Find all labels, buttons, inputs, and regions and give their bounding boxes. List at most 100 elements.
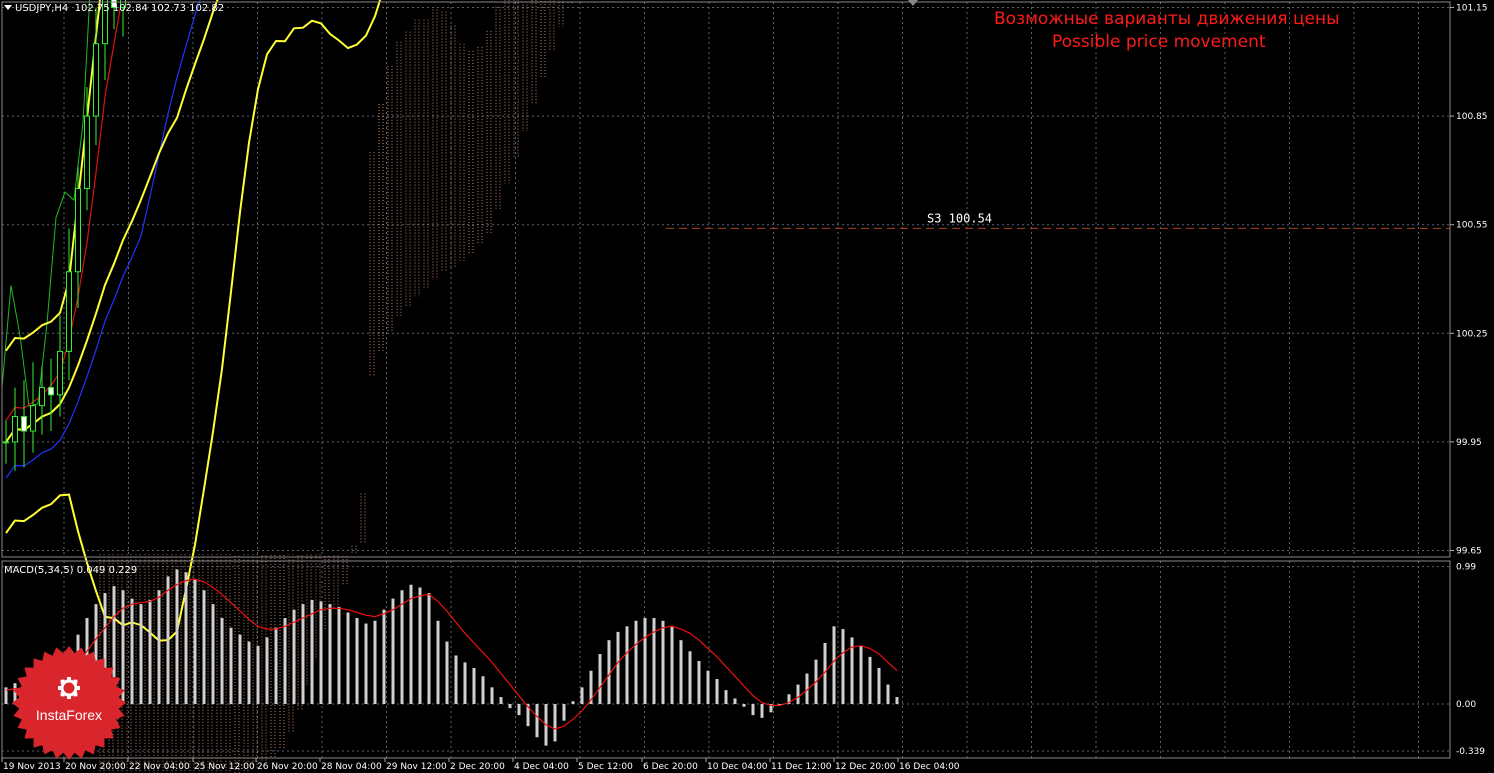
macd-bar xyxy=(832,626,836,704)
macd-bar xyxy=(625,626,629,704)
macd-bar xyxy=(211,604,215,704)
y-tick-label: 99.95 xyxy=(1456,438,1482,448)
macd-bar xyxy=(373,620,377,704)
macd-bar xyxy=(751,704,755,716)
macd-bar xyxy=(355,618,359,704)
macd-bar xyxy=(445,641,449,704)
logo-gear-tooth xyxy=(73,692,78,697)
macd-bar xyxy=(598,654,602,704)
logo-gear-tooth xyxy=(58,686,62,690)
logo-gear-tooth xyxy=(67,695,71,699)
chart-header: USDJPY,H4 102.75 102.84 102.73 102.82 xyxy=(4,3,224,14)
logo-gear-tooth xyxy=(67,677,71,681)
macd-bar xyxy=(202,590,206,704)
macd-bar xyxy=(220,618,224,704)
macd-bar xyxy=(184,572,188,704)
macd-bar xyxy=(517,704,521,716)
y-tick-label: 100.85 xyxy=(1456,112,1488,122)
bollinger-upper xyxy=(5,0,101,352)
macd-bar xyxy=(868,656,872,704)
chikou-line xyxy=(1,0,91,407)
x-tick-label: 12 Dec 20:00 xyxy=(835,762,896,772)
logo-gear-tooth xyxy=(76,686,80,690)
x-tick-label: 5 Dec 12:00 xyxy=(578,762,633,772)
macd-bar xyxy=(553,704,557,742)
x-tick-label: 20 Nov 20:00 xyxy=(65,762,126,772)
candle-body xyxy=(30,405,36,432)
macd-bar xyxy=(562,704,566,721)
candle-body xyxy=(66,271,72,352)
macd-bar xyxy=(157,590,161,704)
dropdown-triangle-icon[interactable] xyxy=(4,5,12,10)
macd-bar xyxy=(319,601,323,704)
macd-bar xyxy=(283,618,287,704)
macd-bar xyxy=(391,598,395,704)
macd-bar xyxy=(409,584,413,704)
x-tick-label: 28 Nov 04:00 xyxy=(321,762,382,772)
y-tick-label: 99.65 xyxy=(1456,547,1482,557)
macd-bar xyxy=(886,684,890,704)
macd-bar xyxy=(328,604,332,704)
macd-bar xyxy=(580,687,584,704)
x-tick-label: 2 Dec 20:00 xyxy=(450,762,505,772)
macd-bar xyxy=(175,569,179,704)
instaforex-logo: InstaForex xyxy=(12,646,126,760)
macd-bar xyxy=(535,704,539,738)
macd-bar xyxy=(238,634,242,704)
macd-bar xyxy=(895,697,899,704)
ohlc-values: 102.75 102.84 102.73 102.82 xyxy=(74,3,225,14)
candle-body xyxy=(84,115,90,189)
macd-bar xyxy=(670,626,674,704)
y-tick-label: 100.25 xyxy=(1456,329,1488,339)
macd-bar xyxy=(715,679,719,704)
annotation-english: Possible price movement xyxy=(1052,32,1266,52)
macd-bar xyxy=(364,623,368,704)
x-tick-label: 10 Dec 04:00 xyxy=(707,762,768,772)
price-chart[interactable]: R1 104.04P 103.10S1 102.29S2 101.35S3 10… xyxy=(0,0,1494,773)
macd-bar xyxy=(760,704,764,718)
macd-bar xyxy=(274,627,278,704)
macd-bar xyxy=(292,609,296,704)
pivot-label: S3 100.54 xyxy=(927,211,992,225)
macd-panel-border xyxy=(1,560,1451,759)
x-tick-label: 22 Nov 04:00 xyxy=(129,762,190,772)
macd-bar xyxy=(337,606,341,704)
marker-triangle-icon xyxy=(908,0,918,6)
macd-bar xyxy=(616,631,620,704)
macd-bar xyxy=(643,618,647,704)
logo-gear-tooth xyxy=(60,692,65,697)
macd-bar xyxy=(508,704,512,709)
x-tick-label: 11 Dec 12:00 xyxy=(771,762,832,772)
ichimoku-cloud xyxy=(99,0,573,773)
candle-body xyxy=(39,387,45,407)
macd-bar xyxy=(634,620,638,704)
bollinger-lower xyxy=(5,0,382,642)
macd-bar xyxy=(571,701,575,704)
macd-bar xyxy=(481,676,485,704)
macd-bar xyxy=(247,641,251,704)
macd-bar xyxy=(463,662,467,704)
macd-bar xyxy=(148,599,152,704)
macd-bar xyxy=(724,690,728,704)
macd-bar xyxy=(436,620,440,704)
macd-bar xyxy=(400,590,404,704)
x-tick-label: 29 Nov 12:00 xyxy=(386,762,447,772)
x-tick-label: 26 Nov 20:00 xyxy=(257,762,318,772)
macd-bar xyxy=(796,684,800,704)
macd-tick-label: 0.99 xyxy=(1456,563,1476,573)
x-tick-label: 6 Dec 20:00 xyxy=(643,762,698,772)
macd-bar xyxy=(229,627,233,704)
x-tick-label: 19 Nov 2013 xyxy=(3,762,61,772)
macd-bar xyxy=(490,687,494,704)
macd-bar xyxy=(256,645,260,704)
logo-burst xyxy=(12,646,126,760)
tenkan-line xyxy=(5,0,123,421)
macd-bar xyxy=(661,620,665,704)
candle-body xyxy=(3,441,9,444)
logo-seal-icon xyxy=(12,646,126,760)
candle-body xyxy=(75,188,81,273)
macd-bar xyxy=(139,604,143,704)
candle-body xyxy=(48,387,54,396)
macd-bar xyxy=(859,645,863,704)
macd-bar xyxy=(418,587,422,704)
